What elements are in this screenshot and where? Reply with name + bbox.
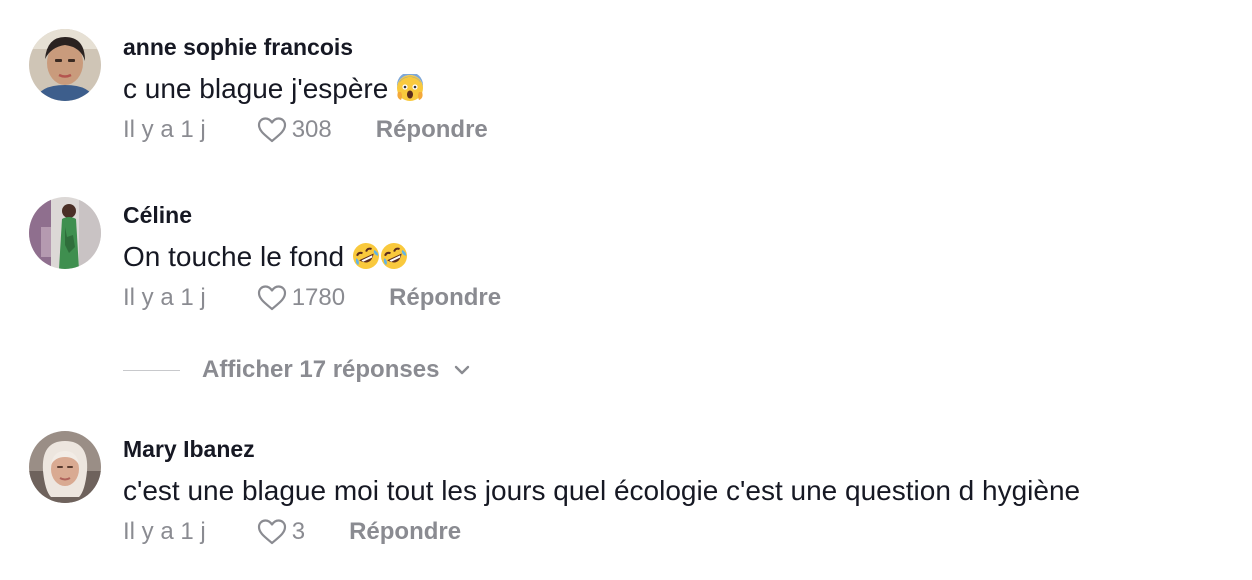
show-replies-label: Afficher 17 réponses bbox=[202, 356, 440, 383]
avatar[interactable] bbox=[29, 197, 101, 269]
like-button[interactable]: 308 bbox=[256, 116, 332, 144]
reply-button[interactable]: Répondre bbox=[376, 116, 488, 144]
comment-time: Il y a 1 j bbox=[123, 116, 206, 143]
comment-text: On touche le fond bbox=[123, 241, 408, 277]
comment-time: Il y a 1 j bbox=[123, 518, 206, 545]
like-count: 308 bbox=[291, 116, 332, 143]
comment-meta: Il y a 1 j 1780 Répondre bbox=[123, 282, 501, 314]
comment-meta: Il y a 1 j 308 Répondre bbox=[123, 114, 488, 146]
comment-username[interactable]: Céline bbox=[123, 202, 192, 229]
like-count: 3 bbox=[291, 518, 306, 545]
comment-meta: Il y a 1 j 3 Répondre bbox=[123, 516, 461, 548]
comment-text: c'est une blague moi tout les jours quel… bbox=[123, 475, 1080, 507]
like-button[interactable]: 1780 bbox=[256, 284, 345, 312]
comment-text-content: On touche le fond bbox=[123, 241, 345, 272]
like-button[interactable]: 3 bbox=[256, 518, 305, 546]
comment-time: Il y a 1 j bbox=[123, 284, 206, 311]
comment-username[interactable]: anne sophie francois bbox=[123, 34, 353, 61]
avatar-image bbox=[29, 431, 101, 503]
avatar-image bbox=[29, 197, 101, 269]
avatar-image bbox=[29, 29, 101, 101]
heart-icon bbox=[257, 285, 286, 311]
replies-divider bbox=[123, 369, 180, 371]
reply-button[interactable]: Répondre bbox=[389, 284, 501, 312]
chevron-down-icon bbox=[455, 365, 470, 375]
rofl-emoji bbox=[352, 242, 380, 277]
comment-text-content: c une blague j'espère bbox=[123, 73, 389, 104]
show-replies-button[interactable]: Afficher 17 réponses bbox=[123, 352, 471, 388]
like-count: 1780 bbox=[291, 284, 346, 311]
comment-text: c une blague j'espère bbox=[123, 72, 424, 109]
comment-username[interactable]: Mary Ibanez bbox=[123, 436, 255, 463]
avatar[interactable] bbox=[29, 29, 101, 101]
heart-icon bbox=[257, 117, 286, 143]
comment-text-content: c'est une blague moi tout les jours quel… bbox=[123, 475, 1081, 506]
reply-button[interactable]: Répondre bbox=[349, 518, 461, 546]
heart-icon bbox=[257, 519, 286, 545]
rofl-emoji bbox=[380, 242, 408, 277]
scream-emoji bbox=[396, 72, 424, 109]
avatar[interactable] bbox=[29, 431, 101, 503]
